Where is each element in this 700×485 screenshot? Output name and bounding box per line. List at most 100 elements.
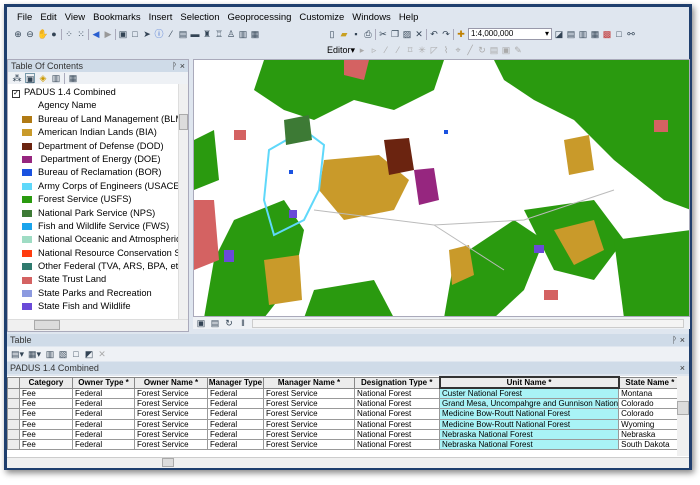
column-header[interactable]: Designation Type *: [354, 376, 440, 389]
forward-icon[interactable]: ▶: [103, 29, 113, 39]
table-cell[interactable]: Nebraska National Forest: [438, 439, 620, 451]
editor-menu-button[interactable]: Editor▾: [327, 45, 355, 56]
table-cell[interactable]: Custer National Forest: [438, 387, 620, 399]
legend-item[interactable]: Bureau of Land Management (BLM): [10, 113, 188, 126]
table-cell[interactable]: Federal: [207, 397, 264, 410]
map-horizontal-scrollbar[interactable]: [252, 318, 684, 328]
cut-polygons-icon[interactable]: ⌖: [453, 45, 463, 55]
select-elements-icon[interactable]: ➤: [142, 29, 152, 39]
select-features-icon[interactable]: ▣: [118, 29, 128, 39]
table-cell[interactable]: Federal: [72, 439, 135, 451]
table-cell[interactable]: National Forest: [354, 408, 440, 420]
column-header[interactable]: Unit Name *: [438, 376, 620, 389]
table-vertical-scrollbar[interactable]: [677, 376, 689, 456]
zoom-out-icon[interactable]: ⊖: [25, 29, 35, 39]
table-cell[interactable]: Fee: [19, 418, 73, 430]
fixed-zoom-out-icon[interactable]: ⁙: [76, 29, 86, 39]
table-cell[interactable]: Forest Service: [134, 408, 208, 420]
legend-item[interactable]: American Indian Lands (BIA): [10, 126, 188, 139]
table-cell[interactable]: South Dakota: [618, 439, 682, 451]
hyperlink-icon[interactable]: ⁄: [166, 29, 176, 39]
delete-selected-icon[interactable]: ✕: [97, 349, 107, 359]
legend-item[interactable]: National Resource Conservation Servic: [10, 247, 188, 260]
refresh-icon[interactable]: ↻: [224, 318, 234, 328]
table-tab[interactable]: PADUS 1.4 Combined ×: [7, 362, 689, 374]
editor-toolbar-icon[interactable]: ◪: [554, 29, 564, 39]
legend-item[interactable]: State Fish and Wildlife: [10, 300, 188, 313]
legend-item[interactable]: Bureau of Reclamation (BOR): [10, 166, 188, 179]
menu-file[interactable]: File: [13, 11, 36, 25]
column-header[interactable]: Owner Type *: [72, 376, 135, 389]
column-header[interactable]: Category: [19, 376, 73, 389]
table-row[interactable]: Fee Federal Forest Service Federal Forest Se…: [7, 387, 682, 399]
html-popup-icon[interactable]: ▤: [178, 29, 188, 39]
edit-tool-icon[interactable]: ▸: [357, 45, 367, 55]
table-cell[interactable]: National Forest: [354, 418, 440, 430]
legend-item[interactable]: Department of Energy (DOE): [10, 153, 188, 166]
back-icon[interactable]: ◀: [91, 29, 101, 39]
find-route-icon[interactable]: ♖: [214, 29, 224, 39]
table-cell[interactable]: Forest Service: [263, 418, 355, 430]
straight-segment-icon[interactable]: ⁄: [381, 45, 391, 55]
list-by-selection-icon[interactable]: ▥: [51, 73, 61, 83]
row-selector-header[interactable]: [7, 376, 20, 389]
row-selector[interactable]: [7, 408, 20, 420]
table-cell[interactable]: Federal: [207, 428, 264, 441]
menu-customize[interactable]: Customize: [295, 11, 348, 25]
table-cell[interactable]: Grand Mesa, Uncompahgre and Gunnison Nat…: [438, 397, 620, 410]
table-cell[interactable]: Forest Service: [263, 387, 355, 399]
pin-close-icon[interactable]: ᚹ ×: [672, 334, 685, 346]
legend-item[interactable]: Army Corps of Engineers (USACE): [10, 180, 188, 193]
viewer-icon[interactable]: ▦: [250, 29, 260, 39]
row-selector[interactable]: [7, 428, 20, 441]
table-cell[interactable]: Forest Service: [134, 387, 208, 399]
related-tables-icon[interactable]: ▦▾: [28, 349, 41, 359]
column-header[interactable]: Manager Type: [207, 376, 264, 389]
create-features-icon[interactable]: ✎: [513, 45, 523, 55]
legend-item[interactable]: National Oceanic and Atmospheric Ac: [10, 233, 188, 246]
options-icon[interactable]: ▦: [68, 73, 78, 83]
table-horizontal-scrollbar[interactable]: [7, 457, 689, 468]
table-row[interactable]: Fee Federal Forest Service Federal Forest Se…: [7, 418, 682, 430]
zoom-in-icon[interactable]: ⊕: [13, 29, 23, 39]
table-row[interactable]: Fee Federal Forest Service Federal Forest Se…: [7, 397, 682, 410]
table-cell[interactable]: Forest Service: [263, 408, 355, 420]
legend-item[interactable]: Fish and Wildlife Service (FWS): [10, 220, 188, 233]
menu-geoprocessing[interactable]: Geoprocessing: [223, 11, 295, 25]
delete-icon[interactable]: ✕: [414, 29, 424, 39]
menu-edit[interactable]: Edit: [36, 11, 60, 25]
toc-vertical-scrollbar[interactable]: [178, 84, 188, 320]
table-cell[interactable]: National Forest: [354, 397, 440, 410]
zoom-to-selected-icon[interactable]: ◩: [84, 349, 94, 359]
table-cell[interactable]: Forest Service: [263, 428, 355, 441]
table-cell[interactable]: Fee: [19, 408, 73, 420]
switch-selection-icon[interactable]: ▧: [58, 349, 68, 359]
table-options-icon[interactable]: ▤▾: [11, 349, 24, 359]
table-cell[interactable]: Forest Service: [134, 418, 208, 430]
cut-icon[interactable]: ✂: [378, 29, 388, 39]
table-cell[interactable]: Federal: [207, 418, 264, 430]
new-icon[interactable]: ▯: [327, 29, 337, 39]
legend-item[interactable]: Forest Service (USFS): [10, 193, 188, 206]
table-cell[interactable]: Forest Service: [134, 428, 208, 441]
table-cell[interactable]: Federal: [72, 428, 135, 441]
table-cell[interactable]: Medicine Bow-Routt National Forest: [438, 418, 620, 430]
edit-annotation-icon[interactable]: ▹: [369, 45, 379, 55]
layer-padus[interactable]: ✓ PADUS 1.4 Combined: [10, 86, 188, 99]
end-point-arc-icon[interactable]: ⁄: [393, 45, 403, 55]
legend-item[interactable]: National Park Service (NPS): [10, 207, 188, 220]
data-view-icon[interactable]: ▣: [196, 318, 206, 328]
table-cell[interactable]: Fee: [19, 397, 73, 410]
copy-icon[interactable]: ❐: [390, 29, 400, 39]
row-selector[interactable]: [7, 439, 20, 451]
legend-item[interactable]: Department of Defense (DOD): [10, 140, 188, 153]
menu-insert[interactable]: Insert: [145, 11, 177, 25]
measure-icon[interactable]: ▬: [190, 29, 200, 39]
table-cell[interactable]: Fee: [19, 387, 73, 399]
pan-icon[interactable]: ✋: [37, 29, 48, 39]
table-cell[interactable]: Federal: [207, 387, 264, 399]
paste-icon[interactable]: ▨: [402, 29, 412, 39]
table-cell[interactable]: Medicine Bow-Routt National Forest: [438, 408, 620, 420]
table-row[interactable]: Fee Federal Forest Service Federal Forest Se…: [7, 408, 682, 420]
table-cell[interactable]: Nebraska National Forest: [438, 428, 620, 441]
